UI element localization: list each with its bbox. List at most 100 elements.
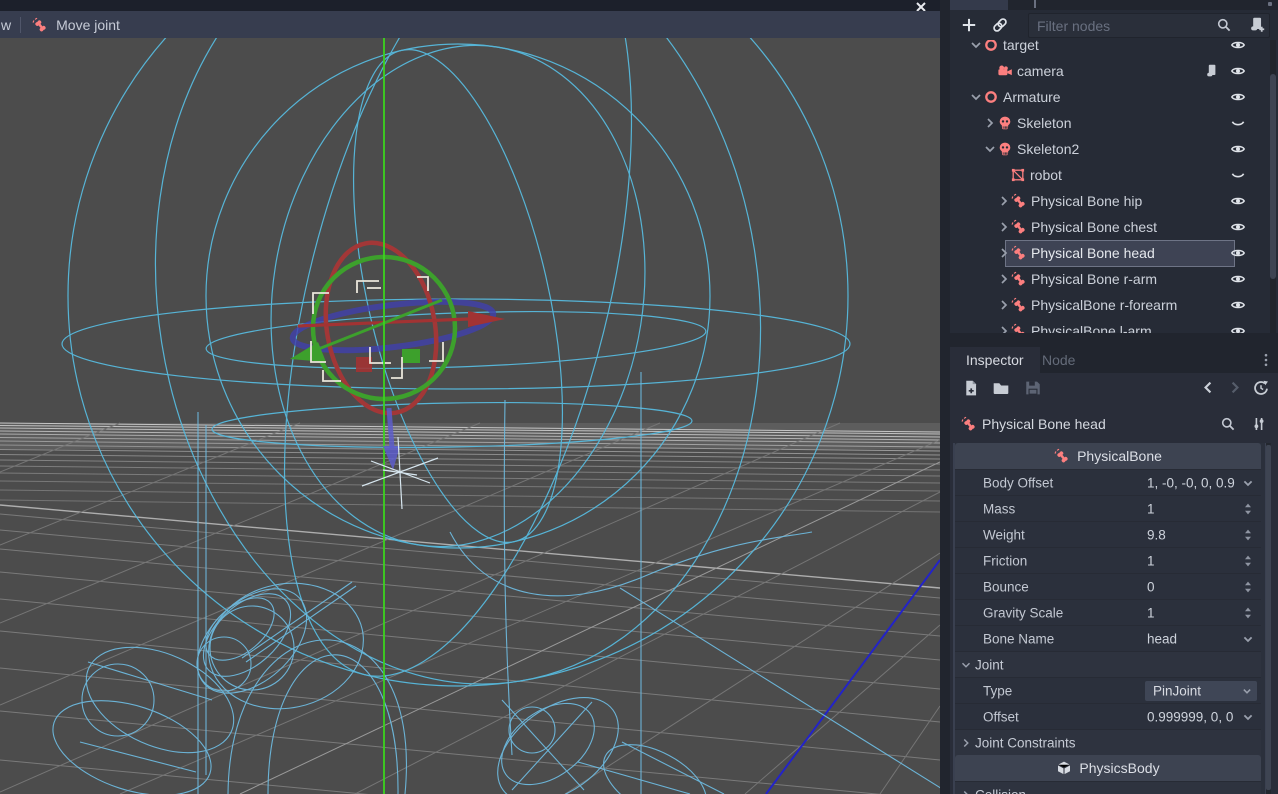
tree-row-physicalbone-r-forearm[interactable]: PhysicalBone r-forearm	[950, 292, 1278, 318]
visibility-toggle[interactable]	[1230, 219, 1246, 235]
property-value[interactable]: 9.8	[1147, 528, 1166, 543]
dropdown-icon[interactable]	[1240, 709, 1256, 725]
tree-item-label[interactable]: target	[1003, 40, 1039, 53]
history-back-icon[interactable]	[1200, 379, 1217, 396]
tree-scrollbar[interactable]	[1270, 40, 1276, 333]
visibility-toggle[interactable]	[1230, 167, 1246, 183]
tab-node[interactable]: Node	[1042, 347, 1075, 373]
tree-row-robot[interactable]: robot	[950, 162, 1278, 188]
chevron-right-icon[interactable]	[996, 323, 1012, 333]
new-resource-icon[interactable]	[962, 379, 980, 397]
tree-scrollbar-grabber[interactable]	[1270, 74, 1276, 279]
visibility-toggle[interactable]	[1230, 40, 1246, 53]
object-tools-icon[interactable]	[1251, 416, 1267, 432]
visibility-toggle[interactable]	[1230, 89, 1246, 105]
attach-script-button[interactable]	[1246, 14, 1268, 36]
spin-icon[interactable]	[1240, 579, 1256, 595]
gizmo-x-ring[interactable]	[313, 234, 449, 422]
dropdown-icon[interactable]	[1240, 631, 1256, 647]
tree-row-physicalbone-l-arm[interactable]: PhysicalBone l-arm	[950, 318, 1278, 333]
tree-item-label[interactable]: camera	[1017, 63, 1064, 79]
visibility-toggle[interactable]	[1230, 193, 1246, 209]
tree-item-label[interactable]: Physical Bone hip	[1031, 193, 1142, 209]
tree-item-label[interactable]: Skeleton	[1017, 115, 1071, 131]
spin-icon[interactable]	[1240, 605, 1256, 621]
tree-row-physical-bone-chest[interactable]: Physical Bone chest	[950, 214, 1278, 240]
joint-type-select[interactable]: PinJoint	[1145, 681, 1257, 701]
tree-row-armature[interactable]: Armature	[950, 84, 1278, 110]
category-physicsbody[interactable]: PhysicsBody	[955, 755, 1261, 781]
chevron-down-icon[interactable]	[968, 40, 984, 53]
visibility-toggle[interactable]	[1230, 271, 1246, 287]
object-history-icon[interactable]	[1252, 379, 1270, 397]
instance-scene-button[interactable]	[989, 14, 1011, 36]
spin-icon[interactable]	[1240, 527, 1256, 543]
3d-viewport[interactable]	[0, 38, 940, 794]
dots-menu-icon[interactable]	[1258, 352, 1274, 368]
property-value[interactable]: 1	[1147, 502, 1155, 517]
tree-row-skeleton[interactable]: Skeleton	[950, 110, 1278, 136]
chevron-right-icon[interactable]	[996, 245, 1012, 261]
chevron-down-icon[interactable]	[982, 141, 998, 157]
chevron-right-icon[interactable]	[982, 115, 998, 131]
inspector-scrollbar-grabber[interactable]	[1266, 445, 1271, 790]
search-properties-icon[interactable]	[1220, 416, 1236, 432]
property-row-bone-name[interactable]: Bone Name head	[955, 625, 1261, 652]
property-row-friction[interactable]: Friction 1	[955, 547, 1261, 574]
tree-item-label[interactable]: Armature	[1003, 89, 1061, 105]
visibility-toggle[interactable]	[1230, 323, 1246, 333]
property-row-gravity-scale[interactable]: Gravity Scale 1	[955, 599, 1261, 626]
property-row-joint-offset[interactable]: Offset 0.999999, 0, 0	[955, 703, 1261, 730]
visibility-toggle[interactable]	[1230, 63, 1246, 79]
tree-row-camera[interactable]: camera	[950, 58, 1278, 84]
property-row-joint-type[interactable]: Type PinJoint	[955, 677, 1261, 704]
chevron-down-icon[interactable]	[968, 89, 984, 105]
tree-row-physical-bone-head[interactable]: Physical Bone head	[950, 240, 1278, 266]
tree-item-label[interactable]: robot	[1030, 167, 1062, 183]
load-resource-icon[interactable]	[992, 379, 1010, 397]
visibility-toggle[interactable]	[1230, 115, 1246, 131]
spin-icon[interactable]	[1240, 553, 1256, 569]
group-joint-constraints[interactable]: Joint Constraints	[955, 729, 1261, 756]
script-badge[interactable]	[1204, 63, 1220, 79]
chevron-right-icon[interactable]	[996, 297, 1012, 313]
chevron-right-icon[interactable]	[996, 193, 1012, 209]
property-value[interactable]: head	[1147, 632, 1177, 647]
chevron-right-icon[interactable]	[996, 219, 1012, 235]
tree-row-skeleton2[interactable]: Skeleton2	[950, 136, 1278, 162]
spin-icon[interactable]	[1240, 501, 1256, 517]
property-value[interactable]: 1, -0, -0, 0, 0.9	[1147, 476, 1235, 491]
save-resource-icon[interactable]	[1024, 379, 1042, 397]
visibility-toggle[interactable]	[1230, 141, 1246, 157]
property-value[interactable]: 0.999999, 0, 0	[1147, 710, 1233, 725]
add-node-button[interactable]	[958, 14, 980, 36]
partial-menu-text[interactable]: w	[1, 17, 11, 33]
visibility-toggle[interactable]	[1230, 297, 1246, 313]
tree-item-label[interactable]: PhysicalBone l-arm	[1031, 323, 1152, 333]
viewport-canvas[interactable]	[0, 38, 940, 794]
property-value[interactable]: 0	[1147, 580, 1155, 595]
property-row-body-offset[interactable]: Body Offset 1, -0, -0, 0, 0.9	[955, 469, 1261, 496]
filter-nodes-input[interactable]	[1028, 13, 1270, 38]
tree-item-label[interactable]: Skeleton2	[1017, 141, 1079, 157]
tree-row-physical-bone-r-arm[interactable]: Physical Bone r-arm	[950, 266, 1278, 292]
property-row-mass[interactable]: Mass 1	[955, 495, 1261, 522]
tree-item-label[interactable]: PhysicalBone r-forearm	[1031, 297, 1177, 313]
property-value[interactable]: 1	[1147, 606, 1155, 621]
inspector-scrollbar[interactable]	[1266, 443, 1271, 794]
property-row-bounce[interactable]: Bounce 0	[955, 573, 1261, 600]
group-collision[interactable]: Collision	[955, 781, 1261, 794]
visibility-toggle[interactable]	[1230, 245, 1246, 261]
gizmo-green-handle[interactable]	[402, 349, 420, 363]
chevron-right-icon[interactable]	[996, 271, 1012, 287]
history-forward-icon[interactable]	[1226, 379, 1243, 396]
tree-row-target[interactable]: target	[950, 40, 1278, 58]
tab-inspector[interactable]: Inspector	[950, 347, 1040, 373]
tree-item-label[interactable]: Physical Bone chest	[1031, 219, 1157, 235]
property-value[interactable]: 1	[1147, 554, 1155, 569]
category-physicalbone[interactable]: PhysicalBone	[955, 443, 1261, 469]
tree-item-label[interactable]: Physical Bone r-arm	[1031, 271, 1157, 287]
tree-item-label[interactable]: Physical Bone head	[1031, 245, 1155, 261]
rotation-gizmo[interactable]	[290, 234, 505, 422]
dropdown-icon[interactable]	[1240, 475, 1256, 491]
